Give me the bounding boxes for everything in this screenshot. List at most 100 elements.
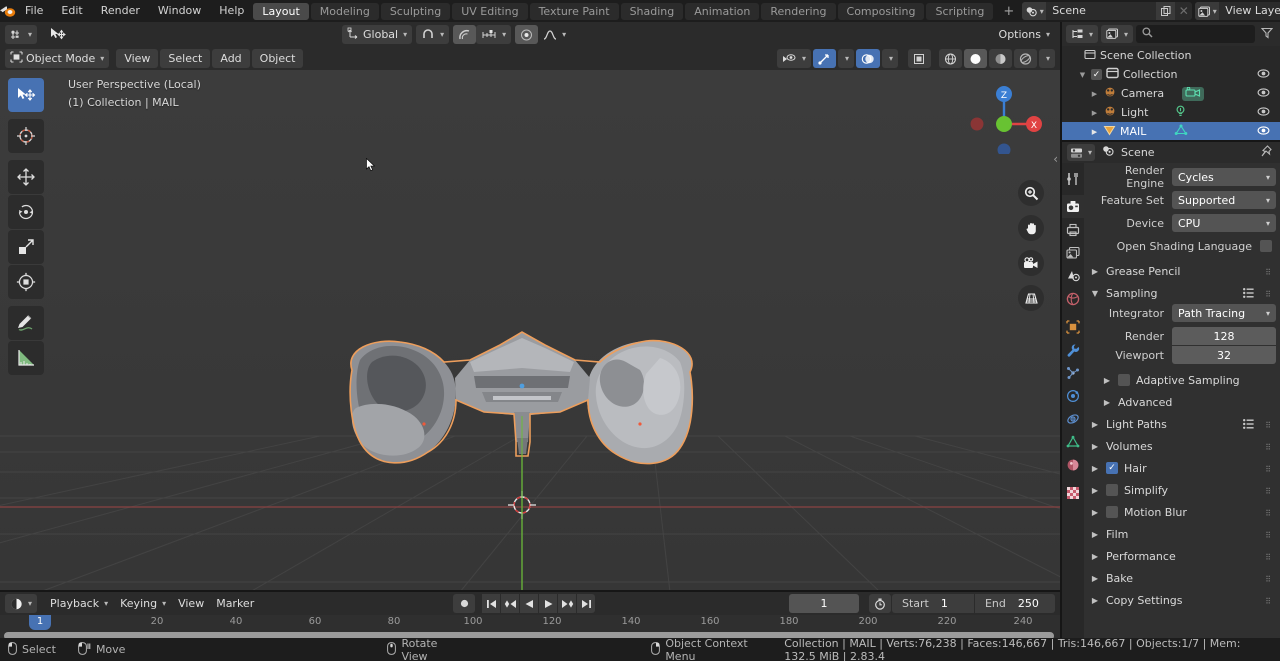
viewlayer-tab[interactable]	[1062, 241, 1084, 264]
feature-set-dropdown[interactable]: Supported ▾	[1172, 191, 1276, 209]
workspace-tab-texture-paint[interactable]: Texture Paint	[529, 2, 619, 20]
workspace-tab-sculpting[interactable]: Sculpting	[380, 2, 451, 20]
prev-keyframe-icon[interactable]	[501, 594, 520, 613]
end-frame-field[interactable]: End 250	[974, 594, 1055, 613]
tweak-move-icon[interactable]	[44, 25, 72, 44]
overlays-dropdown[interactable]: ▾	[881, 49, 898, 68]
navigation-gizmo[interactable]: Z X	[966, 78, 1042, 154]
current-frame-field[interactable]: 1	[788, 594, 859, 613]
viewport-samples-field[interactable]: 32	[1172, 346, 1276, 364]
drag-handle-icon[interactable]: ⠿	[1265, 487, 1272, 496]
panel-simplify[interactable]: ▶ Simplify ⠿	[1088, 479, 1276, 501]
transform-orientation-dropdown[interactable]: Global ▾	[342, 25, 413, 44]
panel-bake[interactable]: ▶ Bake ⠿	[1088, 567, 1276, 589]
timeline-editor-icon[interactable]: ▾	[5, 594, 38, 613]
osl-checkbox[interactable]	[1260, 240, 1272, 252]
panel-performance[interactable]: ▶ Performance ⠿	[1088, 545, 1276, 567]
drag-handle-icon[interactable]: ⠿	[1265, 553, 1272, 562]
panel-light-paths[interactable]: ▶ Light Paths ⠿	[1088, 413, 1276, 435]
3d-viewport[interactable]: User Perspective (Local) (1) Collection …	[0, 70, 1060, 592]
show-hide-icon[interactable]: ▾	[776, 49, 811, 68]
viewport-menu-add[interactable]: Add	[212, 49, 250, 68]
panel-film[interactable]: ▶ Film ⠿	[1088, 523, 1276, 545]
hair-checkbox[interactable]: ✓	[1106, 462, 1118, 474]
play-reverse-icon[interactable]	[520, 594, 539, 613]
menu-file[interactable]: File	[16, 2, 52, 20]
zoom-icon[interactable]	[1018, 180, 1044, 206]
remove-scene-button[interactable]: ✕	[1175, 2, 1192, 20]
workspace-tab-scripting[interactable]: Scripting	[926, 2, 994, 20]
mesh-data-icon[interactable]	[1174, 124, 1188, 139]
texture-tab[interactable]	[1062, 481, 1084, 504]
next-keyframe-icon[interactable]	[558, 594, 577, 613]
ortho-persp-icon[interactable]	[1018, 285, 1044, 311]
render-tab[interactable]	[1062, 195, 1084, 218]
playhead[interactable]: 1	[29, 615, 51, 630]
visibility-eye-icon[interactable]	[1257, 87, 1270, 101]
data-tab[interactable]	[1062, 430, 1084, 453]
chevron-right-icon[interactable]: ▶	[1090, 109, 1099, 117]
viewport-menu-select[interactable]: Select	[160, 49, 211, 68]
xray-toggle-icon[interactable]	[907, 49, 931, 68]
outliner-row-scene-collection[interactable]: Scene Collection	[1062, 46, 1280, 65]
transform-tool[interactable]	[8, 265, 44, 299]
outliner-filter-id-icon[interactable]: ▾	[1101, 25, 1134, 43]
timeline-menu-view[interactable]: View	[173, 594, 209, 613]
outliner-display-mode-icon[interactable]: ▾	[1066, 25, 1099, 43]
viewport-menu-view[interactable]: View	[116, 49, 159, 68]
scene-name[interactable]: Scene	[1046, 2, 1156, 20]
move-tool[interactable]	[8, 160, 44, 194]
new-scene-button[interactable]	[1156, 2, 1176, 20]
render-samples-field[interactable]: 128	[1172, 327, 1276, 345]
drag-handle-icon[interactable]: ⠿	[1265, 509, 1272, 518]
wireframe-shading-icon[interactable]	[938, 49, 962, 68]
menu-help[interactable]: Help	[210, 2, 253, 20]
workspace-tab-layout[interactable]: Layout	[253, 2, 309, 20]
editor-type-3dview-icon[interactable]: ▾	[5, 25, 38, 44]
material-preview-icon[interactable]	[988, 49, 1012, 68]
filter-funnel-icon[interactable]	[1258, 27, 1276, 42]
constraints-tab[interactable]	[1062, 407, 1084, 430]
measure-tool[interactable]	[8, 341, 44, 375]
workspace-tab-rendering[interactable]: Rendering	[761, 2, 836, 20]
material-tab[interactable]	[1062, 453, 1084, 476]
drag-handle-icon[interactable]: ⠿	[1265, 597, 1272, 606]
tool-tab[interactable]	[1062, 167, 1084, 190]
record-keyframe-icon[interactable]	[453, 594, 476, 613]
preset-list-icon[interactable]	[1243, 288, 1254, 301]
properties-editor-icon[interactable]: ▾	[1067, 144, 1096, 161]
drag-handle-icon[interactable]: ⠿	[1265, 443, 1272, 452]
chevron-right-icon[interactable]: ▶	[1090, 128, 1099, 136]
jump-start-icon[interactable]	[482, 594, 501, 613]
panel-motion-blur[interactable]: ▶ Motion Blur ⠿	[1088, 501, 1276, 523]
panel-sampling[interactable]: ▼ Sampling ⠿	[1088, 282, 1276, 304]
camera-data-icon[interactable]	[1182, 86, 1205, 101]
viewlayer-selector[interactable]: ▾ View Layer ✕	[1195, 2, 1280, 20]
timeline-menu-marker[interactable]: Marker	[211, 594, 259, 613]
scene-selector[interactable]: ▾ Scene ✕	[1022, 2, 1193, 20]
pan-hand-icon[interactable]	[1018, 215, 1044, 241]
mode-selector[interactable]: Object Mode ▾	[5, 49, 110, 68]
adaptive-sampling-checkbox[interactable]	[1118, 374, 1130, 386]
snap-magnet-icon[interactable]: ▾	[416, 25, 450, 44]
viewport-sidebar-toggle[interactable]: ‹	[1053, 152, 1058, 166]
viewlayer-name[interactable]: View Layer	[1219, 2, 1280, 20]
view-layer-icon[interactable]: ▾	[1195, 2, 1220, 20]
physics-tab[interactable]	[1062, 384, 1084, 407]
scene-tab[interactable]	[1062, 264, 1084, 287]
drag-handle-icon[interactable]: ⠿	[1265, 465, 1272, 474]
falloff-smooth-icon[interactable]: ▾	[538, 25, 571, 44]
drag-handle-icon[interactable]: ⠿	[1265, 575, 1272, 584]
particles-tab[interactable]	[1062, 361, 1084, 384]
render-engine-dropdown[interactable]: Cycles ▾	[1172, 168, 1276, 186]
panel-grease-pencil[interactable]: ▶ Grease Pencil ⠿	[1088, 260, 1276, 282]
outliner-row-camera[interactable]: ▶ Camera	[1062, 84, 1280, 103]
panel-volumes[interactable]: ▶ Volumes ⠿	[1088, 435, 1276, 457]
menu-edit[interactable]: Edit	[52, 2, 91, 20]
object-tab[interactable]	[1062, 315, 1084, 338]
annotate-tool[interactable]	[8, 306, 44, 340]
menu-render[interactable]: Render	[92, 2, 149, 20]
drag-handle-icon[interactable]: ⠿	[1265, 268, 1272, 277]
workspace-tab-uv-editing[interactable]: UV Editing	[452, 2, 528, 20]
visibility-eye-icon[interactable]	[1257, 106, 1270, 120]
